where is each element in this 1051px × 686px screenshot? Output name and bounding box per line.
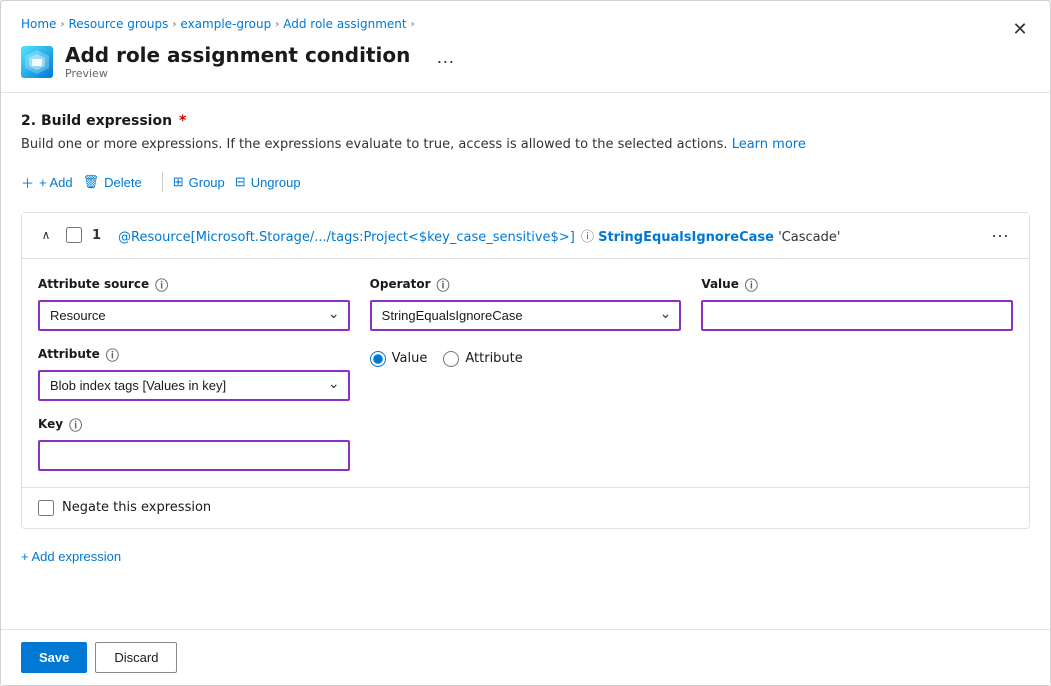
attribute-info-icon[interactable]: ⓘ [106, 345, 119, 364]
section-number: 2. [21, 113, 36, 129]
operator-label: Operator ⓘ [370, 275, 682, 294]
attribute-source-select[interactable]: Resource [38, 300, 350, 331]
value-input[interactable]: Cascade [701, 300, 1013, 331]
breadcrumb-chevron-1: › [60, 19, 64, 30]
group-label: Group [189, 175, 225, 190]
attribute-radio-option[interactable]: Attribute [443, 351, 522, 367]
dialog-close-button[interactable]: ✕ [1006, 15, 1034, 43]
attribute-source-select-wrapper: Resource [38, 300, 350, 331]
attribute-source-column: Attribute source ⓘ Resource At [38, 275, 350, 471]
expression-number: 1 [92, 228, 108, 243]
section-desc-text: Build one or more expressions. If the ex… [21, 137, 728, 152]
attribute-source-info-icon[interactable]: ⓘ [155, 275, 168, 294]
add-icon: ＋ [21, 173, 34, 192]
value-radio[interactable] [370, 351, 386, 367]
dialog-body: 2. Build expression * Build one or more … [1, 93, 1050, 629]
delete-label: Delete [104, 175, 142, 190]
title-text: Add role assignment condition Preview [65, 43, 410, 80]
dialog-footer: Save Discard [1, 629, 1050, 685]
preview-label: Preview [65, 67, 410, 80]
key-group: Key ⓘ Project [38, 415, 350, 471]
expression-info-icon[interactable]: ⓘ [581, 230, 594, 245]
key-input[interactable]: Project [38, 440, 350, 471]
group-button[interactable]: ⊞ Group [173, 170, 235, 194]
attribute-radio-label: Attribute [465, 351, 522, 366]
value-group: Value ⓘ Cascade [701, 275, 1013, 471]
collapse-button[interactable]: ∧ [36, 225, 56, 245]
expression-header: ∧ 1 @Resource[Microsoft.Storage/.../tags… [22, 213, 1029, 259]
dialog-title: Add role assignment condition [65, 43, 410, 67]
required-indicator: * [179, 113, 186, 129]
breadcrumb-chevron-3: › [275, 19, 279, 30]
learn-more-link[interactable]: Learn more [732, 137, 806, 152]
save-button[interactable]: Save [21, 642, 87, 673]
add-expression-button[interactable]: + Add expression [21, 545, 121, 568]
add-expression-row: + Add expression [21, 545, 1030, 568]
expression-checkbox[interactable] [66, 227, 82, 243]
breadcrumb-home[interactable]: Home [21, 17, 56, 31]
negate-row: Negate this expression [22, 487, 1029, 528]
value-info-icon[interactable]: ⓘ [745, 275, 758, 294]
expression-operator-text: StringEqualsIgnoreCase [598, 230, 774, 245]
key-label: Key ⓘ [38, 415, 350, 434]
breadcrumb-resource-groups[interactable]: Resource groups [68, 17, 168, 31]
value-radio-label: Value [392, 351, 428, 366]
section-description: Build one or more expressions. If the ex… [21, 135, 1030, 155]
operator-select[interactable]: StringEqualsIgnoreCase [370, 300, 682, 331]
value-label: Value ⓘ [701, 275, 1013, 294]
ungroup-icon: ⊟ [235, 174, 246, 190]
add-button[interactable]: ＋ + Add [21, 169, 83, 196]
operator-select-wrapper: StringEqualsIgnoreCase [370, 300, 682, 331]
expression-more-button[interactable]: ··· [985, 223, 1015, 248]
ungroup-label: Ungroup [251, 175, 301, 190]
delete-icon: 🗑 [83, 174, 100, 190]
attribute-label: Attribute ⓘ [38, 345, 350, 364]
dialog-header: Home › Resource groups › example-group ›… [1, 1, 1050, 93]
discard-button[interactable]: Discard [95, 642, 177, 673]
attribute-select[interactable]: Blob index tags [Values in key] [38, 370, 350, 401]
title-row: Add role assignment condition Preview ··… [21, 43, 1030, 80]
expression-form: Attribute source ⓘ Resource At [22, 259, 1029, 487]
breadcrumb-add-role-assignment[interactable]: Add role assignment [283, 17, 406, 31]
azure-storage-icon [21, 46, 53, 78]
form-row-top: Attribute source ⓘ Resource At [38, 275, 1013, 471]
delete-button[interactable]: 🗑 Delete [83, 170, 152, 194]
attribute-radio[interactable] [443, 351, 459, 367]
attribute-select-wrapper: Blob index tags [Values in key] [38, 370, 350, 401]
toolbar: ＋ + Add 🗑 Delete ⊞ Group ⊟ Ungroup [21, 169, 1030, 196]
dialog-more-button[interactable]: ··· [430, 49, 460, 74]
negate-checkbox[interactable] [38, 500, 54, 516]
expression-block-1: ∧ 1 @Resource[Microsoft.Storage/.../tags… [21, 212, 1030, 529]
toolbar-separator [162, 172, 163, 192]
breadcrumb: Home › Resource groups › example-group ›… [21, 17, 1030, 31]
section-title: 2. Build expression * [21, 113, 1030, 129]
expression-code: @Resource[Microsoft.Storage/.../tags:Pro… [118, 226, 975, 245]
expression-value-text: 'Cascade' [778, 230, 840, 245]
section-title-text: Build expression [41, 113, 172, 129]
ungroup-button[interactable]: ⊟ Ungroup [235, 170, 311, 194]
add-label: + Add [39, 175, 73, 190]
breadcrumb-example-group[interactable]: example-group [180, 17, 271, 31]
value-radio-option[interactable]: Value [370, 351, 428, 367]
group-icon: ⊞ [173, 174, 184, 190]
attribute-source-label: Attribute source ⓘ [38, 275, 350, 294]
negate-label: Negate this expression [62, 500, 211, 515]
breadcrumb-chevron-4: › [411, 19, 415, 30]
operator-info-icon[interactable]: ⓘ [437, 275, 450, 294]
operator-group: Operator ⓘ StringEqualsIgnoreCase Value [370, 275, 682, 471]
attribute-source-group: Attribute source ⓘ Resource [38, 275, 350, 331]
add-role-assignment-condition-dialog: Home › Resource groups › example-group ›… [0, 0, 1051, 686]
key-info-icon[interactable]: ⓘ [69, 415, 82, 434]
breadcrumb-chevron-2: › [172, 19, 176, 30]
attribute-group: Attribute ⓘ Blob index tags [Values in k… [38, 345, 350, 401]
value-attribute-radio-group: Value Attribute [370, 351, 682, 367]
expression-resource-part: @Resource[Microsoft.Storage/.../tags:Pro… [118, 230, 575, 245]
